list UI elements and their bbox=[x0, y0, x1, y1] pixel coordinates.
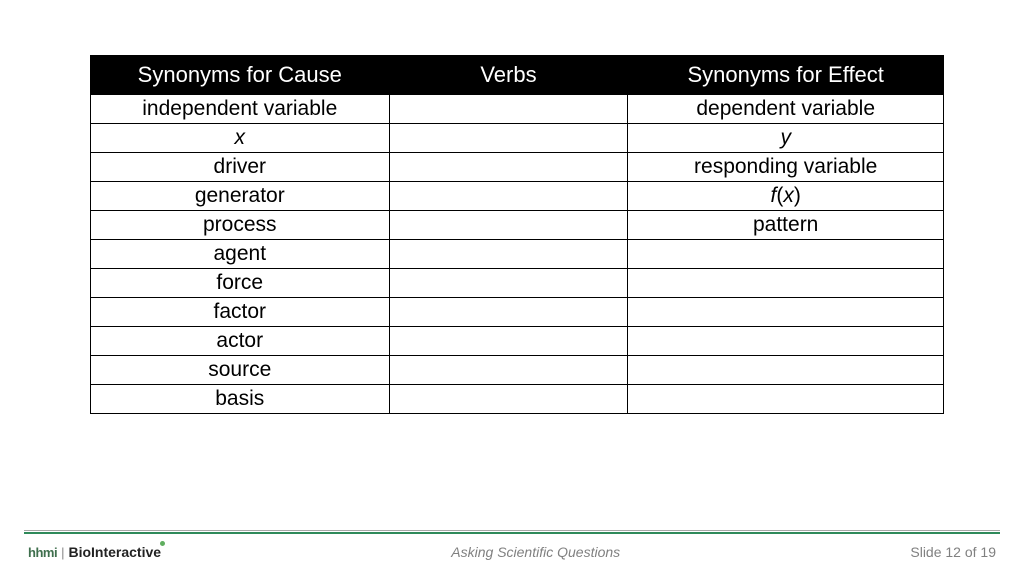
table-row: source bbox=[91, 356, 944, 385]
cell-cause: basis bbox=[91, 385, 390, 414]
cell-cause: driver bbox=[91, 153, 390, 182]
logo-biointeractive-text: BioInteractive bbox=[68, 544, 161, 560]
table-row: force bbox=[91, 269, 944, 298]
cell-cause: generator bbox=[91, 182, 390, 211]
cell-verbs bbox=[389, 385, 628, 414]
footer-page-number: Slide 12 of 19 bbox=[910, 544, 996, 560]
cell-cause: force bbox=[91, 269, 390, 298]
cell-cause: source bbox=[91, 356, 390, 385]
cell-verbs bbox=[389, 124, 628, 153]
cell-cause: process bbox=[91, 211, 390, 240]
footer-title: Asking Scientific Questions bbox=[161, 544, 910, 560]
cell-verbs bbox=[389, 327, 628, 356]
cell-effect: y bbox=[628, 124, 944, 153]
cell-cause: independent variable bbox=[91, 95, 390, 124]
cell-verbs bbox=[389, 95, 628, 124]
cell-effect bbox=[628, 385, 944, 414]
cell-effect bbox=[628, 356, 944, 385]
cell-cause: agent bbox=[91, 240, 390, 269]
table-row: factor bbox=[91, 298, 944, 327]
cell-verbs bbox=[389, 356, 628, 385]
cell-effect bbox=[628, 298, 944, 327]
table-header-row: Synonyms for Cause Verbs Synonyms for Ef… bbox=[91, 56, 944, 95]
cell-cause: actor bbox=[91, 327, 390, 356]
table-row: basis bbox=[91, 385, 944, 414]
logo-hhmi-text: hhmi bbox=[28, 545, 57, 560]
header-effect: Synonyms for Effect bbox=[628, 56, 944, 95]
cell-effect bbox=[628, 269, 944, 298]
header-cause: Synonyms for Cause bbox=[91, 56, 390, 95]
table-row: generator f(x) bbox=[91, 182, 944, 211]
table-row: process pattern bbox=[91, 211, 944, 240]
slide-footer: hhmi | BioInteractive Asking Scientific … bbox=[0, 530, 1024, 576]
cell-verbs bbox=[389, 182, 628, 211]
cell-effect: pattern bbox=[628, 211, 944, 240]
cell-verbs bbox=[389, 269, 628, 298]
synonyms-table: Synonyms for Cause Verbs Synonyms for Ef… bbox=[90, 55, 944, 414]
header-verbs: Verbs bbox=[389, 56, 628, 95]
brand-logo: hhmi | BioInteractive bbox=[28, 544, 161, 560]
cell-effect: responding variable bbox=[628, 153, 944, 182]
cell-cause: x bbox=[91, 124, 390, 153]
cell-verbs bbox=[389, 298, 628, 327]
cell-cause: factor bbox=[91, 298, 390, 327]
cell-effect: f(x) bbox=[628, 182, 944, 211]
cell-effect: dependent variable bbox=[628, 95, 944, 124]
table-row: agent bbox=[91, 240, 944, 269]
footer-bar: hhmi | BioInteractive Asking Scientific … bbox=[0, 534, 1024, 560]
table-row: xy bbox=[91, 124, 944, 153]
table-row: independent variable dependent variable bbox=[91, 95, 944, 124]
logo-separator: | bbox=[61, 545, 64, 560]
table-row: driver responding variable bbox=[91, 153, 944, 182]
cell-verbs bbox=[389, 240, 628, 269]
cell-effect bbox=[628, 240, 944, 269]
cell-effect bbox=[628, 327, 944, 356]
table-row: actor bbox=[91, 327, 944, 356]
slide-content: Synonyms for Cause Verbs Synonyms for Ef… bbox=[0, 0, 1024, 414]
cell-verbs bbox=[389, 211, 628, 240]
cell-verbs bbox=[389, 153, 628, 182]
